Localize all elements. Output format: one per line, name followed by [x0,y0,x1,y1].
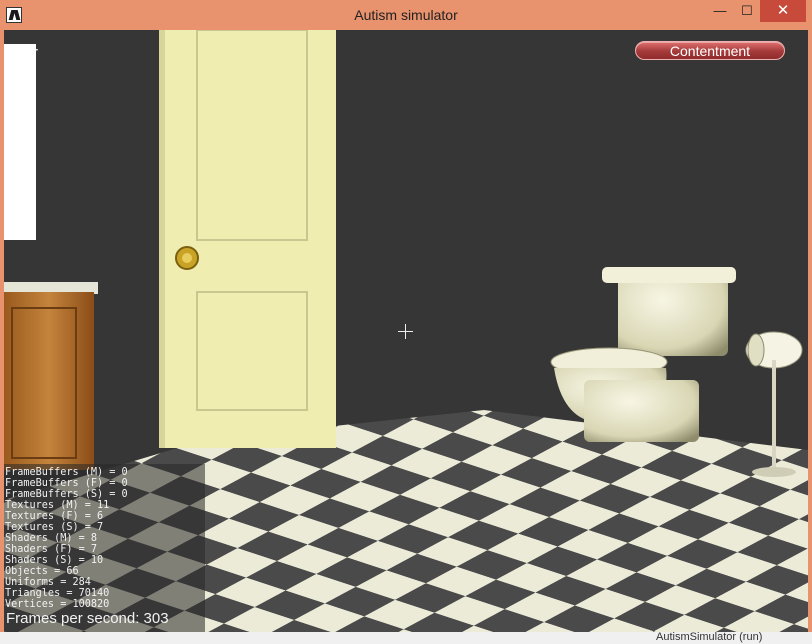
toilet-base [584,380,699,442]
stat-line: Triangles = 70140 [5,588,110,599]
mirror [4,44,36,240]
paper-stand-pole [772,360,776,472]
stat-line: Vertices = 100820 [5,599,110,610]
stat-line: Shaders (S) = 10 [5,555,104,566]
stat-line: Textures (M) = 11 [5,500,110,511]
cabinet [4,292,94,470]
game-viewport[interactable]: door Contentment FrameBuffers (M) = 0 Fr… [4,30,808,632]
app-window: Autism simulator — ☐ ✕ door Contentment … [0,0,812,644]
debug-stats: FrameBuffers (M) = 0 FrameBuffers (F) = … [5,467,128,610]
mood-status-button[interactable]: Contentment [635,41,785,60]
target-object-label: door [8,44,39,61]
taskbar-item[interactable]: AutismSimulator (run) [656,631,762,643]
stat-line: Textures (F) = 6 [5,511,104,522]
crosshair-icon [398,324,413,339]
stat-line: Uniforms = 284 [5,577,91,588]
stat-line: FrameBuffers (F) = 0 [5,478,128,489]
minimize-button[interactable]: — [706,0,734,22]
fps-counter: Frames per second: 303 [6,610,169,627]
window-title: Autism simulator [354,7,458,23]
close-button[interactable]: ✕ [760,0,806,22]
stat-line: Shaders (F) = 7 [5,544,98,555]
stat-line: Shaders (M) = 8 [5,533,98,544]
maximize-button[interactable]: ☐ [733,0,761,22]
stat-line: FrameBuffers (M) = 0 [5,467,128,478]
stat-line: Textures (S) = 7 [5,522,104,533]
stat-line: Objects = 66 [5,566,79,577]
stat-line: FrameBuffers (S) = 0 [5,489,128,500]
title-bar[interactable]: Autism simulator — ☐ ✕ [0,0,812,30]
